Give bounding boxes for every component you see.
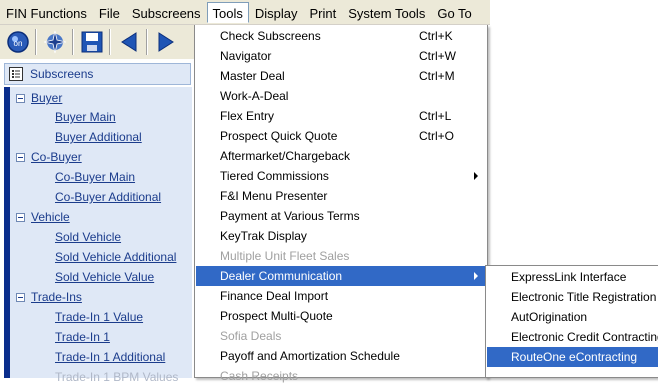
- list-icon: [9, 67, 23, 81]
- tree-item-buyer-additional[interactable]: Buyer Additional: [55, 130, 142, 144]
- menu-item-prospect-multi-quote[interactable]: Prospect Multi-Quote: [196, 306, 486, 326]
- menu-display[interactable]: Display: [249, 2, 304, 23]
- menu-tools[interactable]: Tools: [206, 1, 249, 23]
- navigator-icon[interactable]: [41, 28, 68, 56]
- tree-item-sold-vehicle-value[interactable]: Sold Vehicle Value: [55, 270, 154, 284]
- menu-item-cash-receipts: Cash Receipts: [220, 369, 299, 383]
- toolbar: on: [0, 25, 198, 59]
- forward-arrow-icon[interactable]: [152, 28, 179, 56]
- menu-bar: FIN Functions File Subscreens Tools Disp…: [0, 0, 490, 25]
- save-icon[interactable]: [78, 28, 105, 56]
- subscreens-title: Subscreens: [30, 67, 94, 81]
- tree-item-trade-in-1-bpm-values[interactable]: Trade-In 1 BPM Values: [55, 370, 178, 384]
- menu-item-keytrak-display[interactable]: KeyTrak Display: [196, 226, 486, 246]
- subscreens-header[interactable]: Subscreens: [4, 63, 191, 85]
- menu-item-multiple-unit-fleet-sales: Multiple Unit Fleet Sales: [220, 249, 350, 263]
- menu-print[interactable]: Print: [304, 2, 343, 23]
- svg-text:on: on: [13, 39, 22, 48]
- menu-item-payment-various-terms[interactable]: Payment at Various Terms: [196, 206, 486, 226]
- submenu-item-routeone-econtracting[interactable]: RouteOne eContracting: [487, 347, 658, 367]
- menu-system-tools[interactable]: System Tools: [342, 2, 431, 23]
- submenu-item-autorigination[interactable]: AutOrigination: [487, 307, 658, 327]
- submenu-item-electronic-title-registration[interactable]: Electronic Title Registration Interface: [487, 287, 658, 307]
- menu-item-work-a-deal[interactable]: Work-A-Deal: [196, 86, 486, 106]
- tree-group-co-buyer[interactable]: Co-Buyer: [16, 150, 82, 164]
- tree-item-trade-in-1-additional[interactable]: Trade-In 1 Additional: [55, 350, 165, 364]
- tree-item-co-buyer-additional[interactable]: Co-Buyer Additional: [55, 190, 161, 204]
- submenu-arrow-icon: [474, 172, 478, 180]
- collapse-icon[interactable]: [16, 212, 25, 222]
- menu-item-prospect-quick-quote[interactable]: Prospect Quick Quote Ctrl+O: [196, 126, 486, 146]
- back-arrow-icon[interactable]: [115, 28, 142, 56]
- collapse-icon[interactable]: [16, 93, 25, 103]
- tree-item-co-buyer-main[interactable]: Co-Buyer Main: [55, 170, 135, 184]
- menu-fin-functions[interactable]: FIN Functions: [0, 2, 93, 23]
- tree-item-sold-vehicle[interactable]: Sold Vehicle: [55, 230, 121, 244]
- submenu-item-electronic-credit-contracting[interactable]: Electronic Credit Contracting: [487, 327, 658, 347]
- tree-group-vehicle[interactable]: Vehicle: [16, 210, 70, 224]
- tree-item-sold-vehicle-additional[interactable]: Sold Vehicle Additional: [55, 250, 176, 264]
- tree-item-trade-in-1-value[interactable]: Trade-In 1 Value: [55, 310, 143, 324]
- toolbar-separator: [109, 29, 111, 55]
- toolbar-separator: [146, 29, 148, 55]
- menu-item-payoff-amortization[interactable]: Payoff and Amortization Schedule: [196, 346, 486, 366]
- menu-item-flex-entry[interactable]: Flex Entry Ctrl+L: [196, 106, 486, 126]
- tree-group-buyer[interactable]: Buyer: [16, 91, 62, 105]
- subscreens-panel: Subscreens Buyer Buyer Main Buyer Additi…: [0, 59, 198, 384]
- menu-subscreens[interactable]: Subscreens: [126, 2, 207, 23]
- submenu-arrow-icon: [474, 272, 478, 280]
- menu-item-aftermarket-chargeback[interactable]: Aftermarket/Chargeback: [196, 146, 486, 166]
- menu-item-fi-menu-presenter[interactable]: F&I Menu Presenter: [196, 186, 486, 206]
- collapse-icon[interactable]: [16, 292, 25, 302]
- menu-item-navigator[interactable]: Navigator Ctrl+W: [196, 46, 486, 66]
- menu-file[interactable]: File: [93, 2, 126, 23]
- menu-go-to[interactable]: Go To: [431, 2, 477, 23]
- menu-item-dealer-communication[interactable]: Dealer Communication: [196, 266, 486, 286]
- menu-item-master-deal[interactable]: Master Deal Ctrl+M: [196, 66, 486, 86]
- toolbar-separator: [35, 29, 37, 55]
- submenu-item-expresslink[interactable]: ExpressLink Interface: [487, 267, 658, 287]
- tree-item-trade-in-1[interactable]: Trade-In 1: [55, 330, 110, 344]
- tools-menu: Check Subscreens Ctrl+K Navigator Ctrl+W M…: [194, 25, 488, 383]
- collapse-icon[interactable]: [16, 152, 25, 162]
- subscreens-tree: Buyer Buyer Main Buyer Additional Co-Buy…: [4, 87, 192, 384]
- menu-item-finance-deal-import[interactable]: Finance Deal Import: [196, 286, 486, 306]
- menu-item-sofia-deals: Sofia Deals: [220, 329, 282, 343]
- menu-item-check-subscreens[interactable]: Check Subscreens Ctrl+K: [196, 26, 486, 46]
- tree-item-buyer-main[interactable]: Buyer Main: [55, 110, 116, 124]
- tree-group-trade-ins[interactable]: Trade-Ins: [16, 290, 82, 304]
- toolbar-separator: [72, 29, 74, 55]
- on-icon[interactable]: on: [4, 28, 31, 56]
- menu-item-tiered-commissions[interactable]: Tiered Commissions: [196, 166, 486, 186]
- dealer-communication-submenu: ExpressLink Interface Electronic Title R…: [485, 265, 658, 378]
